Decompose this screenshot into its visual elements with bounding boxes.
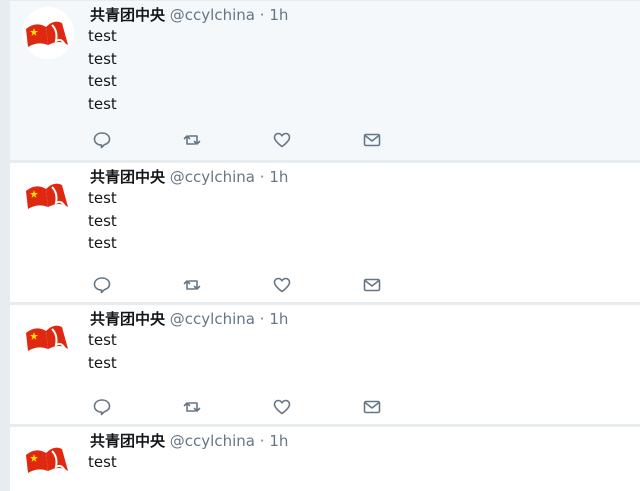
tweet-text: test: [88, 451, 117, 474]
direct-message-icon[interactable]: [362, 130, 382, 150]
tweet-text: test test test test: [88, 25, 117, 115]
avatar[interactable]: [22, 7, 74, 59]
reply-icon[interactable]: [92, 275, 112, 295]
separator: ·: [259, 6, 265, 24]
tweet-actions: [92, 130, 392, 150]
author-handle[interactable]: @ccylchina: [170, 310, 255, 328]
tweet-header: 共青团中央 @ccylchina · 1h: [90, 309, 288, 329]
reply-icon[interactable]: [92, 397, 112, 417]
tweet[interactable]: 共青团中央 @ccylchina · 1h test: [10, 426, 640, 491]
tweet-text-line: test: [88, 353, 117, 372]
avatar[interactable]: [22, 169, 74, 221]
tweet-text-line: test: [88, 211, 117, 230]
author-name[interactable]: 共青团中央: [90, 432, 165, 450]
timestamp[interactable]: 1h: [269, 6, 288, 24]
avatar[interactable]: [22, 311, 74, 363]
direct-message-icon[interactable]: [362, 397, 382, 417]
author-name[interactable]: 共青团中央: [90, 168, 165, 186]
tweet-text-line: test: [88, 189, 117, 207]
tweet-text: test test test: [88, 187, 117, 255]
tweet-actions: [92, 397, 392, 417]
flag-logo-icon: [22, 7, 74, 59]
timestamp[interactable]: 1h: [269, 310, 288, 328]
timestamp[interactable]: 1h: [269, 432, 288, 450]
reply-icon[interactable]: [92, 130, 112, 150]
retweet-icon[interactable]: [182, 397, 202, 417]
tweet-text-line: test: [88, 234, 117, 252]
like-icon[interactable]: [272, 397, 292, 417]
separator: ·: [259, 432, 265, 450]
timeline: 共青团中央 @ccylchina · 1h test test test tes…: [0, 0, 640, 491]
retweet-icon[interactable]: [182, 130, 202, 150]
like-icon[interactable]: [272, 275, 292, 295]
tweet-text: test test: [88, 329, 117, 374]
tweet-header: 共青团中央 @ccylchina · 1h: [90, 431, 288, 451]
retweet-icon[interactable]: [182, 275, 202, 295]
tweet[interactable]: 共青团中央 @ccylchina · 1h test test: [10, 304, 640, 424]
separator: ·: [259, 310, 265, 328]
tweet-text-line: test: [88, 72, 117, 90]
tweet[interactable]: 共青团中央 @ccylchina · 1h test test test tes…: [10, 0, 640, 160]
tweet-text-line: test: [88, 453, 117, 471]
author-handle[interactable]: @ccylchina: [170, 6, 255, 24]
tweet-text-line: test: [88, 331, 117, 349]
tweet[interactable]: 共青团中央 @ccylchina · 1h test test test: [10, 162, 640, 302]
timestamp[interactable]: 1h: [269, 168, 288, 186]
tweet-header: 共青团中央 @ccylchina · 1h: [90, 167, 288, 187]
direct-message-icon[interactable]: [362, 275, 382, 295]
tweet-text-line: test: [88, 94, 117, 113]
author-handle[interactable]: @ccylchina: [170, 432, 255, 450]
flag-logo-icon: [22, 433, 74, 485]
like-icon[interactable]: [272, 130, 292, 150]
tweet-text-line: test: [88, 27, 117, 45]
author-name[interactable]: 共青团中央: [90, 6, 165, 24]
author-name[interactable]: 共青团中央: [90, 310, 165, 328]
flag-logo-icon: [22, 169, 74, 221]
tweet-header: 共青团中央 @ccylchina · 1h: [90, 5, 288, 25]
separator: ·: [259, 168, 265, 186]
tweet-actions: [92, 275, 392, 295]
avatar[interactable]: [22, 433, 74, 485]
flag-logo-icon: [22, 311, 74, 363]
tweet-text-line: test: [88, 49, 117, 68]
author-handle[interactable]: @ccylchina: [170, 168, 255, 186]
